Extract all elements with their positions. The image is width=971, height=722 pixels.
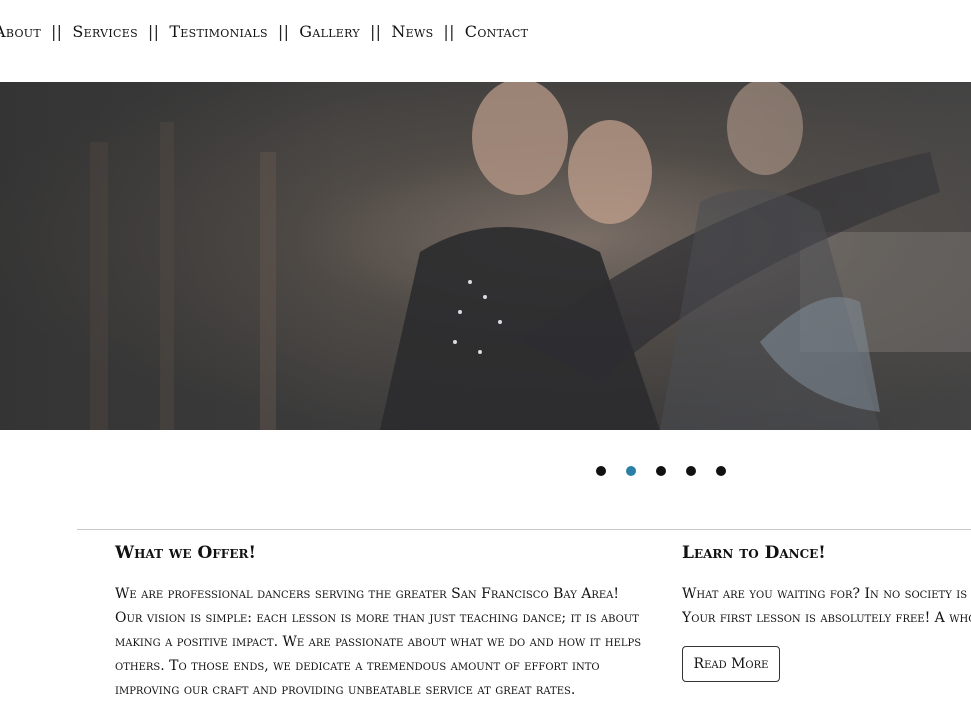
nav-services[interactable]: Services xyxy=(72,22,138,41)
nav-testimonials[interactable]: Testimonials xyxy=(169,22,268,41)
top-nav: About || Services || Testimonials || Gal… xyxy=(0,20,528,42)
read-more-button[interactable]: Read More xyxy=(682,646,780,682)
slider-dot-1[interactable] xyxy=(596,466,606,476)
nav-separator: || xyxy=(147,21,160,41)
learn-text-line-1: What are you waiting for? In no society … xyxy=(682,586,971,602)
nav-about[interactable]: About xyxy=(0,22,41,41)
slider-dot-3[interactable] xyxy=(656,466,666,476)
offer-text: We are professional dancers serving the … xyxy=(115,586,642,698)
slider-pagination xyxy=(596,466,726,476)
offer-heading: What we Offer! xyxy=(115,543,256,563)
nav-separator: || xyxy=(443,21,455,41)
learn-heading: Learn to Dance! xyxy=(682,543,826,563)
learn-text-container: What are you waiting for? In no society … xyxy=(682,582,971,630)
hero-shade-overlay xyxy=(0,82,971,430)
nav-news[interactable]: News xyxy=(391,22,433,41)
learn-text-line-2: Your first lesson is absolutely free! A … xyxy=(682,610,971,626)
hero-slideshow-image[interactable] xyxy=(0,82,971,430)
nav-separator: || xyxy=(369,21,382,41)
section-divider xyxy=(77,529,971,530)
slider-dot-4[interactable] xyxy=(686,466,696,476)
nav-separator: || xyxy=(50,21,63,41)
nav-separator: || xyxy=(277,21,290,41)
nav-gallery[interactable]: Gallery xyxy=(299,22,360,41)
slider-dot-2[interactable] xyxy=(626,466,636,476)
nav-contact[interactable]: Contact xyxy=(465,22,528,41)
slider-dot-5[interactable] xyxy=(716,466,726,476)
